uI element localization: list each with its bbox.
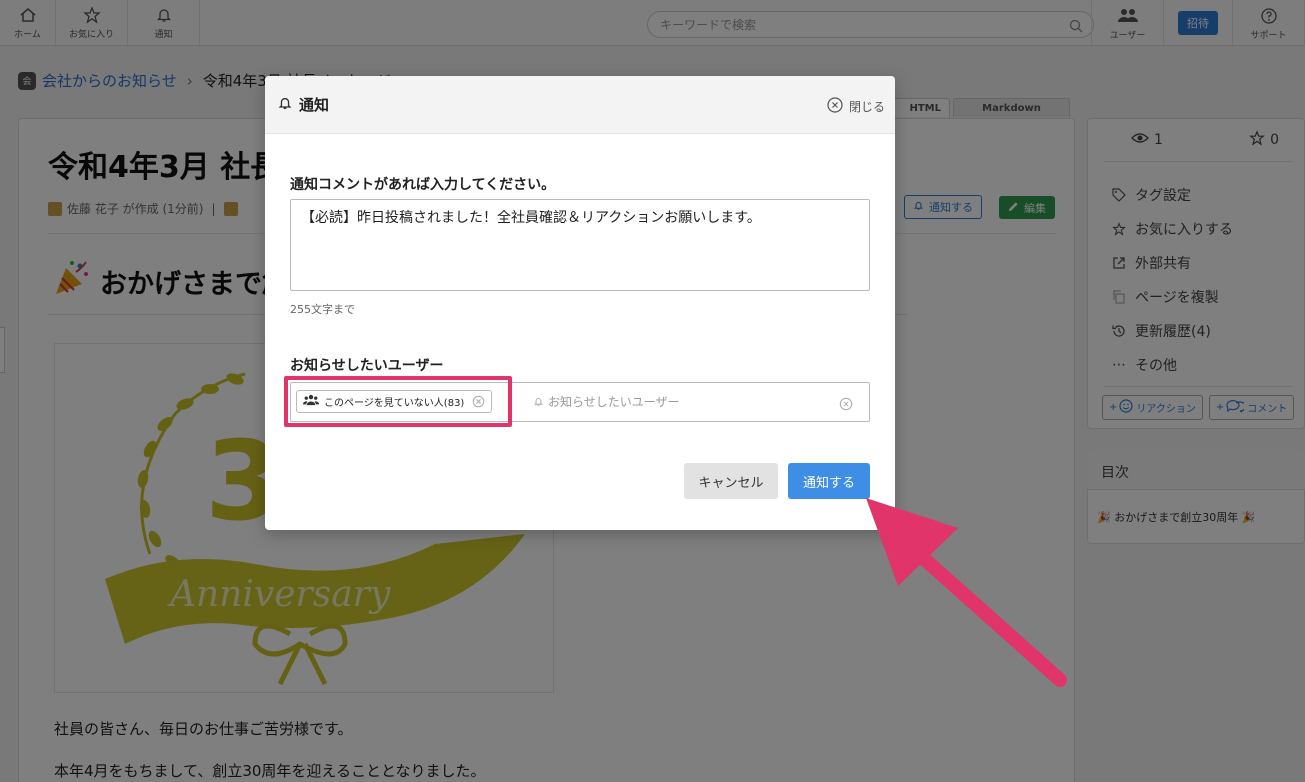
cancel-button[interactable]: キャンセル <box>684 463 778 499</box>
bell-icon <box>533 392 544 411</box>
modal-header: 通知 閉じる <box>265 76 895 134</box>
user-search[interactable] <box>533 392 848 411</box>
char-limit-hint: 255文字まで <box>290 303 355 316</box>
users-label: お知らせしたいユーザー <box>290 358 444 374</box>
modal-title: 通知 <box>299 96 330 114</box>
comment-label: 通知コメントがあれば入力してください。 <box>290 177 556 193</box>
pointer-arrow-annotation <box>860 488 1070 692</box>
highlight-box-annotation <box>284 376 512 427</box>
bell-icon <box>277 95 293 115</box>
clear-selection-icon[interactable] <box>839 396 853 415</box>
notification-modal: 通知 閉じる 通知コメントがあれば入力してください。 【必読】昨日投稿されました… <box>265 76 895 530</box>
user-search-input[interactable] <box>548 394 848 409</box>
modal-close-label: 閉じる <box>848 100 885 114</box>
notify-submit-button[interactable]: 通知する <box>788 463 870 499</box>
close-circle-icon <box>827 97 843 116</box>
modal-close-button[interactable]: 閉じる <box>827 97 885 116</box>
notification-comment-textarea[interactable]: 【必読】昨日投稿されました！全社員確認＆リアクションお願いします。 <box>290 199 870 291</box>
